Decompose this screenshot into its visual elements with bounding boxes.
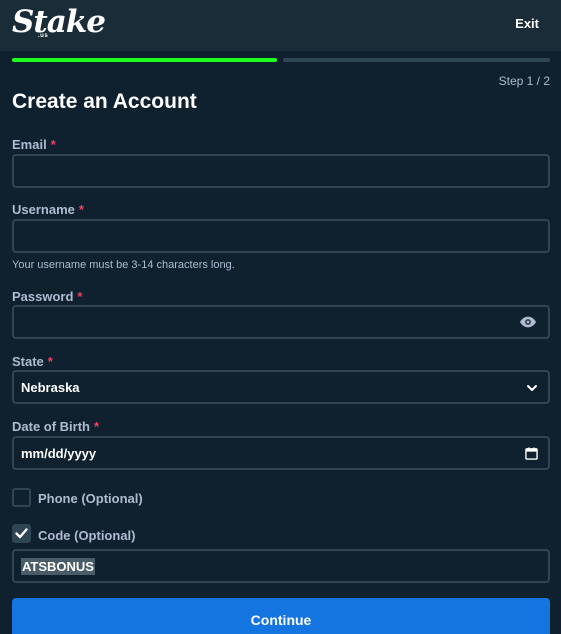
code-input[interactable]: ATSBONUS [12,549,550,583]
password-label-text: Password [12,289,74,304]
email-field[interactable] [12,154,550,188]
dob-placeholder: mm/dd/yyyy [21,445,97,461]
code-checkbox[interactable] [12,524,31,543]
progress-track [283,58,550,62]
username-label: Username * [12,202,84,217]
stake-logo[interactable]: Stake [12,3,106,41]
progress-bar [12,58,550,62]
dob-field[interactable]: mm/dd/yyyy [12,436,550,470]
username-label-text: Username [12,202,75,217]
continue-button[interactable]: Continue [12,598,550,634]
required-marker: * [77,289,83,304]
progress-fill [12,58,277,62]
required-marker: * [47,354,53,369]
calendar-icon[interactable] [525,447,538,460]
page-title: Create an Account [12,90,197,113]
username-hint: Your username must be 3-14 characters lo… [12,259,235,271]
eye-icon[interactable] [520,315,536,329]
code-checkbox-label[interactable]: Code (Optional) [38,528,136,543]
chevron-down-icon [527,385,537,391]
state-select[interactable]: Nebraska [12,370,550,404]
step-indicator: Step 1 / 2 [498,74,550,88]
required-marker: * [78,202,84,217]
exit-button[interactable]: Exit [515,16,539,31]
email-label-text: Email [12,137,47,152]
required-marker: * [94,419,100,434]
checkmark-icon [15,528,28,539]
state-label: State * [12,354,53,369]
logo-suffix: .us [38,33,49,39]
top-bar: Stake .us Exit [0,0,561,51]
phone-checkbox[interactable] [12,488,31,507]
phone-checkbox-label[interactable]: Phone (Optional) [38,491,143,506]
state-label-text: State [12,354,44,369]
email-label: Email * [12,137,56,152]
required-marker: * [50,137,56,152]
password-label: Password * [12,289,82,304]
dob-label: Date of Birth * [12,419,99,434]
dob-label-text: Date of Birth [12,419,90,434]
code-value: ATSBONUS [21,557,95,575]
password-field[interactable] [12,305,550,339]
state-value: Nebraska [21,379,80,395]
username-field[interactable] [12,219,550,253]
